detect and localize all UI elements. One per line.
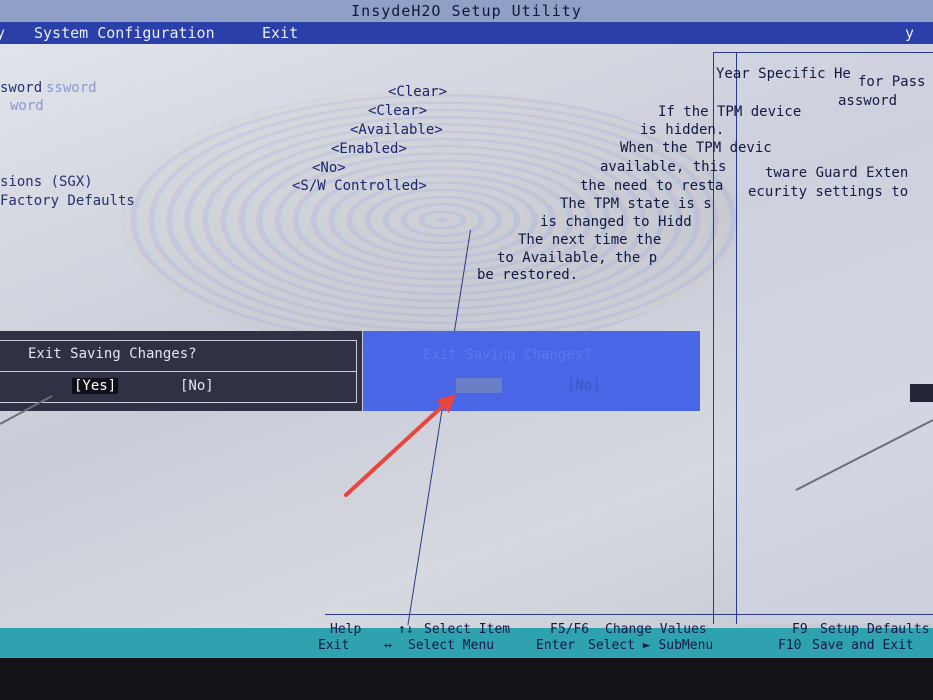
- footer-action-change-values: Change Values: [605, 622, 707, 637]
- bios-screen: InsydeH2O Setup Utility y System Configu…: [0, 0, 933, 700]
- footer-action-select-menu: Select Menu: [408, 638, 495, 653]
- footer-key-f9: F9: [792, 622, 808, 637]
- footer-key-updown: ↑↓: [398, 622, 414, 637]
- footer-action-save-and-exit: Save and Exit: [812, 638, 914, 653]
- footer-key-exit: Exit: [318, 638, 350, 653]
- annotation-arrow-icon: [0, 394, 933, 497]
- footer-key-help: Help: [330, 622, 362, 637]
- monitor-bezel: [0, 658, 933, 700]
- footer-key-leftright: ↔: [384, 638, 392, 653]
- footer-action-select-item: Select Item: [424, 622, 511, 637]
- footer-key-f5f6: F5/F6: [550, 622, 590, 637]
- footer-key-enter: Enter: [536, 638, 576, 653]
- key-help-footer: Help ↑↓ Select Item F5/F6 Change Values …: [0, 620, 933, 660]
- footer-key-f10: F10: [778, 638, 802, 653]
- footer-action-select-submenu: Select ► SubMenu: [588, 638, 714, 653]
- footer-action-setup-defaults: Setup Defaults: [820, 622, 930, 637]
